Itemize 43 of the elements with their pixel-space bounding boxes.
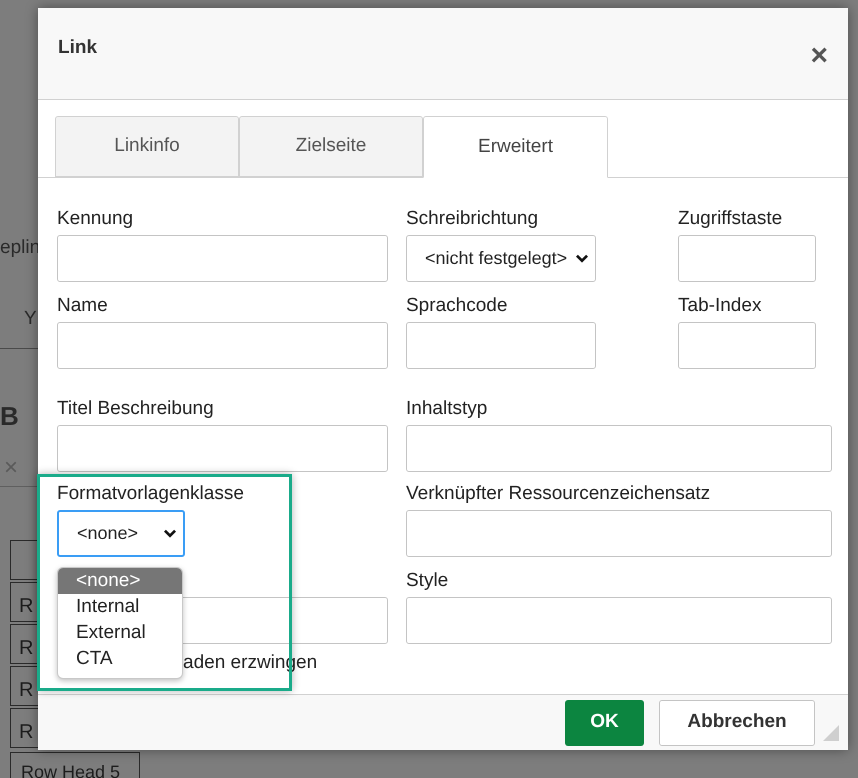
text-field[interactable] (57, 425, 388, 472)
field-label: Tab-Index (678, 296, 762, 316)
page-heading: B (0, 400, 19, 433)
dropdown-option[interactable]: Internal (58, 594, 182, 620)
table-cell: Row Head 5 (10, 752, 140, 778)
resize-grip-icon[interactable] (823, 725, 839, 741)
field-label: Sprachcode (406, 296, 508, 316)
dropdown-field[interactable]: <nicht festgelegt> (406, 235, 596, 282)
text-field[interactable] (57, 322, 388, 369)
dropdown-option[interactable]: <none> (58, 568, 182, 594)
text-field[interactable] (406, 425, 832, 472)
dropdown-option[interactable]: CTA (58, 646, 182, 672)
cancel-button[interactable]: Abbrechen (659, 700, 815, 746)
field-label: Kennung (57, 209, 134, 229)
page-text: Y (24, 307, 37, 331)
dialog-title: Link (58, 36, 98, 60)
ok-button[interactable]: OK (565, 700, 644, 746)
text-field[interactable] (406, 510, 832, 557)
tab[interactable]: Linkinfo (55, 116, 239, 177)
field-label: Zugriffstaste (678, 209, 784, 229)
field-label: Name (57, 296, 109, 316)
field-label: Schreibrichtung (406, 209, 540, 229)
dropdown-value: <none> (77, 522, 138, 545)
page-text: eplin (0, 236, 40, 260)
close-button[interactable]: × (810, 40, 828, 70)
dropdown-value: <nicht festgelegt> (425, 247, 568, 270)
field-label: Verknüpfter Ressourcenzeichensatz (406, 484, 712, 504)
dropdown-field[interactable]: <none> (57, 510, 185, 557)
text-field[interactable] (406, 322, 596, 369)
chevron-down-icon (575, 254, 589, 263)
text-field[interactable] (678, 322, 816, 369)
close-icon: × (4, 450, 18, 486)
text-field[interactable] (406, 597, 832, 644)
tab[interactable]: Erweitert (423, 116, 608, 178)
tab[interactable]: Zielseite (239, 116, 423, 177)
field-label: Formatvorlagenklasse (57, 484, 245, 504)
field-label: Style (406, 571, 450, 591)
text-field[interactable] (678, 235, 816, 282)
text-field[interactable] (57, 235, 388, 282)
field-label: Titel Beschreibung (57, 399, 215, 419)
chevron-down-icon (163, 529, 177, 538)
dropdown-option[interactable]: External (58, 620, 182, 646)
field-label: Inhaltstyp (406, 399, 488, 419)
